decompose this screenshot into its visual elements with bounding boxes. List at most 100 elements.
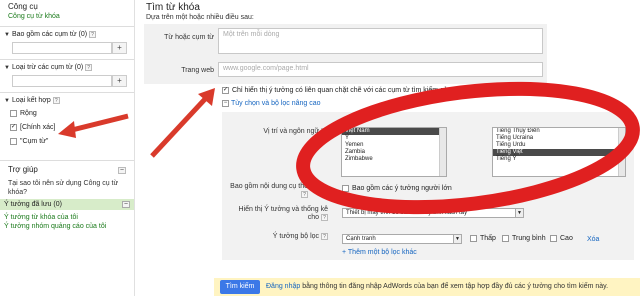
checkbox[interactable] <box>10 138 17 145</box>
page-subtitle: Dựa trên một hoặc nhiều điều sau: <box>146 14 254 21</box>
sidebar: Công cụ Công cụ từ khóa ▼ Bao gồm các cụ… <box>0 0 135 296</box>
help-icon[interactable]: ? <box>321 128 328 135</box>
device-select[interactable]: Thiết bị máy tính để bàn và máy tính xác… <box>342 208 524 218</box>
include-add-button[interactable]: + <box>112 42 127 54</box>
exclude-heading[interactable]: ▼ Loại trừ các cụm từ (0) ? <box>4 64 93 71</box>
location-option[interactable]: Việt Nam <box>342 128 446 135</box>
help-icon[interactable]: ? <box>52 97 60 104</box>
include-heading[interactable]: ▼ Bao gồm các cụm từ (0) ? <box>4 31 97 38</box>
match-option-label: "Cụm từ" <box>20 138 49 145</box>
scrollbar[interactable] <box>439 128 446 176</box>
match-option-phrase[interactable]: "Cụm từ" <box>10 138 48 145</box>
help-icon[interactable]: ? <box>85 64 93 71</box>
advanced-options-link[interactable]: Tùy chọn và bộ lọc nâng cao <box>231 100 321 107</box>
advanced-options-toggle[interactable]: − Tùy chọn và bộ lọc nâng cao <box>222 100 321 107</box>
only-related-label: Chỉ hiển thị ý tưởng có liên quan chặt c… <box>232 87 461 94</box>
match-heading[interactable]: ▼ Loại kết hợp ? <box>4 97 60 104</box>
device-select-value: Thiết bị máy tính để bàn và máy tính xác… <box>346 210 468 216</box>
checkbox[interactable] <box>342 185 349 192</box>
filter-ideas-text: Ý tưởng bộ lọc <box>272 233 320 240</box>
language-option[interactable]: Tiếng Urdu <box>493 142 625 149</box>
filter-ideas-label: Ý tưởng bộ lọc ? <box>228 233 328 240</box>
help-icon[interactable]: ? <box>321 214 328 221</box>
collapse-arrow-icon[interactable]: ▼ <box>4 65 10 71</box>
website-label: Trang web <box>181 67 214 74</box>
show-ideas-label: Hiển thị Ý tưởng và thống kê cho ? <box>228 206 328 222</box>
my-keyword-ideas-link[interactable]: Ý tưởng từ khóa của tôi <box>4 214 78 221</box>
adult-ideas-option[interactable]: Bao gồm các ý tưởng người lớn <box>342 185 452 192</box>
keyword-input[interactable]: Một trên mỗi dòng <box>218 28 543 54</box>
adult-content-text: Bao gồm nội dung cụ thể <box>230 183 308 190</box>
chevron-down-icon[interactable]: ▼ <box>515 209 523 217</box>
adult-content-label: Bao gồm nội dung cụ thể ? <box>228 183 308 199</box>
checkbox[interactable] <box>10 110 17 117</box>
include-input[interactable] <box>12 42 112 54</box>
checkbox[interactable] <box>470 235 477 242</box>
my-adgroup-ideas-link[interactable]: Ý tưởng nhóm quảng cáo của tôi <box>4 223 106 230</box>
help-icon[interactable]: ? <box>321 233 328 240</box>
filter-delete-link[interactable]: Xóa <box>587 236 599 243</box>
location-option[interactable]: Ý <box>342 135 446 142</box>
collapse-arrow-icon[interactable]: ▼ <box>4 98 10 104</box>
language-option[interactable]: Tiếng Việt <box>493 149 625 156</box>
website-input[interactable]: www.google.com/page.html <box>218 62 543 77</box>
chevron-down-icon[interactable]: ▼ <box>453 235 461 243</box>
signin-notice: Đăng nhập bằng thông tin đăng nhập AdWor… <box>266 283 608 290</box>
include-heading-label: Bao gồm các cụm từ (0) <box>11 31 88 38</box>
language-option[interactable]: Tiếng Thụy Điển <box>493 128 625 135</box>
filter-medium-option[interactable]: Trung bình <box>502 235 546 242</box>
filter-low-option[interactable]: Thấp <box>470 235 496 242</box>
adult-ideas-label: Bao gồm các ý tưởng người lớn <box>352 185 452 192</box>
help-icon[interactable]: ? <box>89 31 97 38</box>
filter-level-label: Cao <box>560 235 573 242</box>
help-title: Trợ giúp <box>8 165 38 174</box>
exclude-add-button[interactable]: + <box>112 75 127 87</box>
filter-select[interactable]: Cạnh tranh ▼ <box>342 234 462 244</box>
help-icon[interactable]: ? <box>301 191 308 198</box>
saved-ideas-label: Ý tưởng đã lưu (0) <box>4 201 62 208</box>
only-related-option[interactable]: ✓ Chỉ hiển thị ý tưởng có liên quan chặt… <box>222 87 461 94</box>
signin-notice-text: bằng thông tin đăng nhập AdWords của bạn… <box>302 283 609 290</box>
location-language-label: Vị trí và ngôn ngữ ? <box>228 128 328 135</box>
exclude-heading-label: Loại trừ các cụm từ (0) <box>11 64 84 71</box>
minimize-button[interactable]: – <box>122 201 130 208</box>
checkbox-checked[interactable]: ✓ <box>10 124 17 131</box>
show-ideas-text: Hiển thị Ý tưởng và thống kê cho <box>238 206 328 221</box>
location-language-text: Vị trí và ngôn ngữ <box>263 128 320 135</box>
collapse-arrow-icon[interactable]: ▼ <box>4 32 10 38</box>
checkbox-checked[interactable]: ✓ <box>222 87 229 94</box>
filter-high-option[interactable]: Cao <box>550 235 573 242</box>
location-option[interactable]: Zimbabwe <box>342 156 446 163</box>
checkbox[interactable] <box>550 235 557 242</box>
filter-select-value: Cạnh tranh <box>346 236 376 242</box>
match-heading-label: Loại kết hợp <box>11 97 51 104</box>
exclude-input[interactable] <box>12 75 112 87</box>
scrollbar[interactable] <box>618 128 625 176</box>
match-option-exact[interactable]: ✓ [Chính xác] <box>10 124 55 131</box>
help-link[interactable]: Tại sao tôi nên sử dụng Công cụ từ khóa? <box>8 179 128 197</box>
language-option[interactable]: Tiếng Ucraina <box>493 135 625 142</box>
language-listbox[interactable]: Tiếng Thụy Điển Tiếng Ucraina Tiếng Urdu… <box>492 127 626 177</box>
saved-ideas-bar[interactable]: Ý tưởng đã lưu (0) – <box>0 199 134 210</box>
main-content: Tìm từ khóa Dựa trên một hoặc nhiều điều… <box>136 0 640 296</box>
sidebar-title: Công cụ <box>8 2 38 11</box>
page-title: Tìm từ khóa <box>146 2 200 13</box>
keyword-tool-link[interactable]: Công cụ từ khóa <box>8 13 60 20</box>
minimize-button[interactable]: – <box>118 167 126 174</box>
collapse-icon[interactable]: − <box>222 100 229 107</box>
checkbox[interactable] <box>502 235 509 242</box>
match-option-label: Rộng <box>20 110 37 117</box>
match-section <box>0 92 134 93</box>
search-button[interactable]: Tìm kiếm <box>220 280 260 294</box>
keyword-label: Từ hoặc cụm từ <box>164 34 214 41</box>
match-option-broad[interactable]: Rộng <box>10 110 37 117</box>
location-listbox[interactable]: Việt Nam Ý Yemen Zambia Zimbabwe <box>341 127 447 177</box>
match-option-label: [Chính xác] <box>20 124 56 131</box>
filter-level-label: Thấp <box>480 235 496 242</box>
language-option[interactable]: Tiếng Ý <box>493 156 625 163</box>
location-option[interactable]: Zambia <box>342 149 446 156</box>
filter-level-label: Trung bình <box>512 235 546 242</box>
add-filter-link[interactable]: + Thêm một bộ lọc khác <box>342 249 417 256</box>
location-option[interactable]: Yemen <box>342 142 446 149</box>
signin-link[interactable]: Đăng nhập <box>266 283 300 290</box>
